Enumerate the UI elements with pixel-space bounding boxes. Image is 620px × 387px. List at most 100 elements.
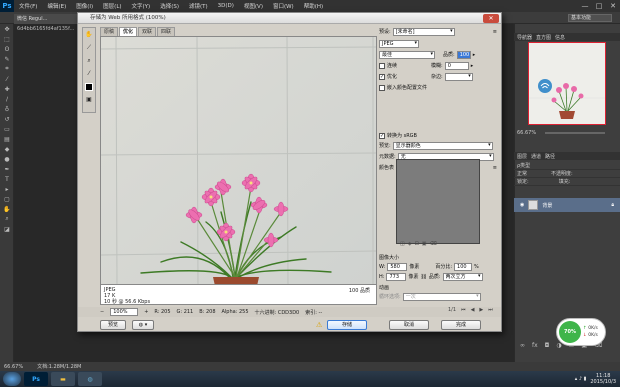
tab-original[interactable]: 原稿 [100, 27, 119, 36]
menu-edit[interactable]: 编辑(E) [42, 2, 71, 10]
play-icon[interactable]: ▶ [479, 307, 483, 313]
hand-tool-icon[interactable]: ✋ [0, 204, 14, 214]
format-select[interactable]: JPEG [379, 39, 419, 48]
tab-info[interactable]: 信息 [555, 34, 565, 41]
delete-color-icon[interactable]: ⌫ [430, 241, 437, 249]
tab-channels[interactable]: 通道 [531, 153, 541, 160]
tab-2-up[interactable]: 双联 [138, 27, 157, 36]
fx-icon[interactable]: fx [532, 342, 538, 349]
optimized-checkbox[interactable]: ✓ [379, 73, 385, 80]
quick-select-tool-icon[interactable]: ✎ [0, 54, 14, 64]
shape-tool-icon[interactable]: ▢ [0, 194, 14, 204]
link-icon[interactable]: ∞ [520, 342, 525, 349]
new-color-icon[interactable]: ▣ [422, 241, 427, 249]
lock-color-icon[interactable]: ⊡ [415, 241, 419, 249]
prev-frame-icon[interactable]: ◀ [471, 307, 475, 313]
blur-slider-arrow[interactable]: ▸ [471, 63, 474, 69]
matte-select[interactable] [444, 72, 473, 81]
eyedropper-color-swatch[interactable] [83, 81, 95, 92]
embed-profile-checkbox[interactable] [379, 84, 385, 91]
quality-input[interactable]: 100 [456, 50, 471, 59]
zoom-tool-icon[interactable]: ⌕ [83, 55, 95, 66]
eraser-tool-icon[interactable]: ▭ [0, 124, 14, 134]
menu-window[interactable]: 窗口(W) [268, 2, 299, 10]
width-input[interactable]: 580 [387, 262, 408, 271]
zoom-select[interactable]: 100% [110, 308, 139, 316]
menu-layer[interactable]: 图层(L) [98, 2, 126, 10]
path-select-tool-icon[interactable]: ▸ [0, 184, 14, 194]
lock-row[interactable]: 锁定: 填充: [514, 178, 620, 186]
resample-select[interactable]: 两次立方 [442, 272, 483, 281]
taskbar-browser-icon[interactable]: ◍ [78, 372, 102, 386]
quality-slider-arrow[interactable]: ▸ [473, 52, 476, 58]
history-brush-tool-icon[interactable]: ↺ [0, 114, 14, 124]
taskbar-explorer-icon[interactable]: ▬ [51, 372, 75, 386]
color-table-menu-icon[interactable]: ≡ [493, 165, 497, 171]
type-tool-icon[interactable]: T [0, 174, 14, 184]
preview-color-select[interactable]: 显示器颜色 [392, 141, 493, 150]
preset-select[interactable]: [未命名] [392, 27, 455, 36]
preset-menu-icon[interactable]: ≡ [493, 29, 497, 35]
last-frame-icon[interactable]: ⏭ [488, 307, 493, 313]
menu-select[interactable]: 选择(S) [155, 2, 184, 10]
save-button[interactable]: 存储 [327, 319, 367, 330]
layer-filter-row[interactable]: ρ类型 [514, 162, 620, 170]
layer-background[interactable]: ◉ 背景 🔒︎ [514, 198, 620, 212]
eyedropper-tool-icon[interactable]: ⁄ [83, 68, 95, 79]
slice-select-tool-icon[interactable]: ⟋ [83, 42, 95, 53]
tab-navigator[interactable]: 导航器 [517, 34, 532, 41]
convert-srgb-checkbox[interactable]: ✓ [379, 132, 385, 139]
eye-icon[interactable]: ◉ [520, 202, 524, 208]
map-color-icon[interactable]: ◫ [400, 241, 405, 249]
progressive-checkbox[interactable] [379, 62, 385, 69]
cancel-button[interactable]: 取消 [389, 319, 429, 330]
dodge-tool-icon[interactable]: ● [0, 154, 14, 164]
taskbar-photoshop[interactable]: Ps [24, 372, 48, 386]
pen-tool-icon[interactable]: ✒ [0, 164, 14, 174]
web-shift-icon[interactable]: ◈ [408, 241, 412, 249]
start-button[interactable] [3, 372, 21, 386]
tab-paths[interactable]: 路径 [545, 153, 555, 160]
document-tab[interactable]: 微信 Regul... [14, 14, 84, 24]
tray-icons[interactable]: ▴ ♪ ▮ [575, 376, 587, 382]
menu-3d[interactable]: 3D(D) [213, 3, 239, 9]
tab-histogram[interactable]: 直方图 [536, 34, 551, 41]
menu-file[interactable]: 文件(F) [14, 2, 42, 10]
minimize-button[interactable]: — [578, 0, 592, 12]
loop-select[interactable]: 一次 [402, 292, 481, 301]
navigator-zoom-slider[interactable] [545, 132, 605, 134]
menu-image[interactable]: 图像(I) [71, 2, 98, 10]
menu-view[interactable]: 视图(V) [239, 2, 268, 10]
lasso-tool-icon[interactable]: ʘ [0, 44, 14, 54]
workspace-select[interactable]: 基本功能 [568, 14, 612, 22]
blur-input[interactable]: 0 [444, 61, 469, 70]
zoom-plus-button[interactable]: + [144, 309, 148, 315]
tab-optimized[interactable]: 优化 [119, 27, 138, 36]
document-tab-2[interactable]: 6d4bb6165fd4af135f... [14, 26, 84, 34]
quality-mode-select[interactable]: 最佳 [379, 50, 435, 59]
height-input[interactable]: 773 [386, 272, 407, 281]
network-speed-widget[interactable]: 70% ↑ 0K/s ↓ 0K/s [556, 318, 606, 346]
eyedropper-tool-icon[interactable]: ⁄ [0, 74, 14, 84]
toggle-slices-icon[interactable]: ▣ [83, 94, 95, 105]
brush-tool-icon[interactable]: ∕ [0, 94, 14, 104]
image-preview[interactable] [100, 36, 377, 285]
move-tool-icon[interactable]: ✥ [0, 24, 14, 34]
healing-tool-icon[interactable]: ✚ [0, 84, 14, 94]
browser-preview-button[interactable]: ◍ ▾ [132, 319, 154, 330]
gradient-tool-icon[interactable]: ▤ [0, 134, 14, 144]
crop-tool-icon[interactable]: ⌗ [0, 64, 14, 74]
menu-help[interactable]: 帮助(H) [299, 2, 328, 10]
stamp-tool-icon[interactable]: ♁ [0, 104, 14, 114]
first-frame-icon[interactable]: ⏮ [461, 307, 466, 313]
menu-type[interactable]: 文字(Y) [127, 2, 156, 10]
blend-mode-row[interactable]: 正常 不透明度: [514, 170, 620, 178]
zoom-minus-button[interactable]: − [100, 309, 104, 315]
link-chain-icon[interactable]: ⛓ [420, 274, 426, 280]
marquee-tool-icon[interactable]: ⬚ [0, 34, 14, 44]
mask-icon[interactable]: ◘ [545, 342, 550, 349]
zoom-tool-icon[interactable]: ⌕ [0, 214, 14, 224]
clock[interactable]: 11:18 2015/10/3 [590, 373, 616, 385]
tab-layers[interactable]: 图层 [517, 153, 527, 160]
navigator-thumbnail[interactable] [528, 42, 606, 125]
